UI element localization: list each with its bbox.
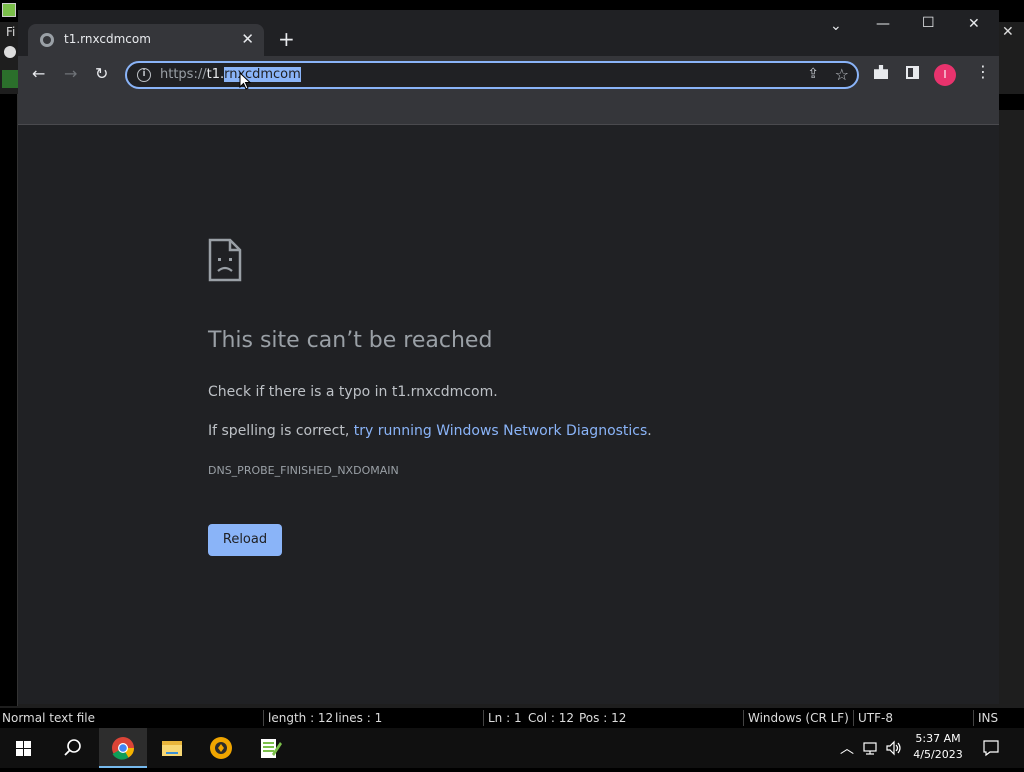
- error-page: This site can’t be reached Check if ther…: [18, 126, 999, 704]
- maximize-button[interactable]: ☐: [922, 15, 935, 31]
- forward-button[interactable]: →: [64, 64, 77, 84]
- globe-icon: [40, 33, 54, 47]
- url-host: t1.: [206, 67, 225, 82]
- url-host-selected: rnxcdmcom: [224, 67, 301, 82]
- status-position: Pos : 12: [579, 711, 627, 725]
- reload-button[interactable]: ↻: [95, 64, 108, 84]
- address-url[interactable]: https://t1.rnxcdmcom: [160, 67, 301, 82]
- error-diagnostics-hint: If spelling is correct, try running Wind…: [208, 423, 652, 439]
- notepad-icon: [2, 3, 16, 17]
- notepad-plus-plus-icon: [261, 739, 282, 758]
- mouse-cursor-icon: [239, 72, 251, 90]
- bookmarks-bar: [18, 94, 999, 125]
- diagnostics-prefix: If spelling is correct,: [208, 423, 354, 439]
- network-diagnostics-link[interactable]: try running Windows Network Diagnostics: [354, 423, 648, 439]
- search-icon: [64, 739, 81, 756]
- status-lines: lines : 1: [335, 711, 383, 725]
- new-file-icon[interactable]: [4, 46, 16, 58]
- tab-close-icon[interactable]: ✕: [241, 30, 254, 48]
- share-icon[interactable]: ⇪: [807, 66, 819, 82]
- side-panel-icon[interactable]: [906, 66, 919, 79]
- clock-time: 5:37 AM: [915, 732, 961, 745]
- address-bar[interactable]: i https://t1.rnxcdmcom ⇪ ☆: [125, 61, 859, 89]
- tab-strip: t1.rnxcdmcom ✕ + ⌄ — ☐ ✕: [18, 10, 999, 56]
- notifications-icon[interactable]: [982, 739, 1000, 757]
- status-column: Col : 12: [528, 711, 574, 725]
- search-button[interactable]: [48, 728, 96, 768]
- status-insert-mode: INS: [978, 711, 999, 725]
- extensions-puzzle-icon[interactable]: [874, 65, 888, 79]
- editor-scroll-top: [999, 94, 1024, 110]
- clock-date: 4/5/2023: [913, 748, 963, 761]
- status-file-type: Normal text file: [2, 711, 96, 725]
- volume-icon[interactable]: [885, 740, 903, 756]
- browser-toolbar: ← → ↻ i https://t1.rnxcdmcom ⇪ ☆ I ⋮: [18, 56, 999, 94]
- status-line-number: Ln : 1: [488, 711, 522, 725]
- windows-logo-icon: [16, 741, 31, 756]
- editor-toolbar-icon[interactable]: [2, 70, 18, 88]
- sad-page-icon: [208, 238, 242, 282]
- active-tab[interactable]: t1.rnxcdmcom ✕: [28, 24, 264, 56]
- brave-lion-icon: [210, 737, 232, 759]
- network-icon[interactable]: [862, 740, 880, 756]
- new-tab-button[interactable]: +: [278, 28, 295, 50]
- tab-title: t1.rnxcdmcom: [64, 32, 151, 46]
- editor-line-gutter: [0, 94, 18, 706]
- minimize-button[interactable]: —: [876, 16, 890, 32]
- error-typo-hint: Check if there is a typo in t1.rnxcdmcom…: [208, 384, 498, 400]
- chrome-icon: [112, 737, 134, 760]
- taskbar-brave-browser[interactable]: [197, 728, 245, 768]
- background-menu-file[interactable]: Fi: [0, 22, 20, 42]
- tab-search-chevron-down-icon[interactable]: ⌄: [830, 18, 842, 34]
- status-encoding[interactable]: UTF-8: [858, 711, 893, 725]
- profile-avatar[interactable]: I: [934, 64, 956, 86]
- close-button[interactable]: ✕: [968, 16, 980, 32]
- background-close-icon[interactable]: ✕: [1002, 24, 1014, 40]
- back-button[interactable]: ←: [32, 64, 45, 84]
- taskbar-notepad[interactable]: [246, 728, 294, 768]
- taskbar-chrome[interactable]: [99, 728, 147, 768]
- status-eol[interactable]: Windows (CR LF): [748, 711, 849, 725]
- taskbar-file-explorer[interactable]: [148, 728, 196, 768]
- start-button[interactable]: [0, 728, 48, 768]
- reload-page-button[interactable]: Reload: [208, 524, 282, 556]
- error-title: This site can’t be reached: [208, 328, 493, 353]
- taskbar-clock[interactable]: 5:37 AM 4/5/2023: [912, 731, 964, 763]
- windows-taskbar: ︿ 5:37 AM 4/5/2023: [0, 728, 1024, 768]
- diagnostics-suffix: .: [647, 423, 652, 439]
- error-code: DNS_PROBE_FINISHED_NXDOMAIN: [208, 464, 399, 477]
- editor-status-bar: Normal text file length : 12 lines : 1 L…: [0, 708, 1024, 728]
- menu-kebab-icon[interactable]: ⋮: [975, 64, 991, 80]
- status-length: length : 12: [268, 711, 334, 725]
- tray-chevron-up-icon[interactable]: ︿: [840, 738, 854, 758]
- chrome-window: t1.rnxcdmcom ✕ + ⌄ — ☐ ✕ ← → ↻ i https:/…: [18, 10, 999, 704]
- bookmark-star-icon[interactable]: ☆: [835, 65, 849, 84]
- site-info-icon[interactable]: i: [137, 68, 151, 82]
- folder-icon: [162, 741, 182, 756]
- url-scheme: https://: [160, 67, 207, 82]
